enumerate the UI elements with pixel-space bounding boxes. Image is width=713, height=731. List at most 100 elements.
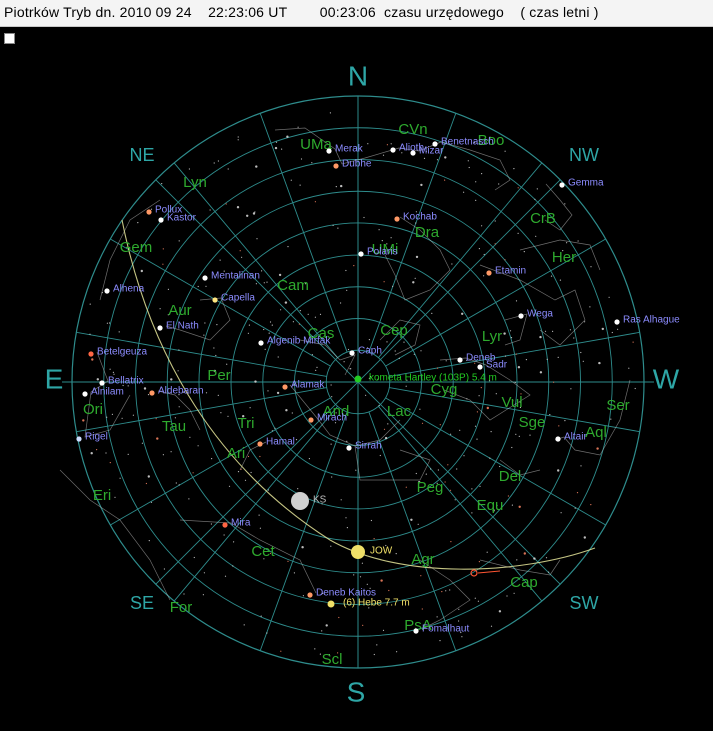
map-labels: NSE WNE NWSE SWUMaCVnBooLynGemCrBDraUMi HerC… <box>45 60 680 707</box>
constellation-cet: Cet <box>251 543 275 560</box>
svg-text:Alnilam: Alnilam <box>91 387 124 398</box>
svg-text:Sadr: Sadr <box>486 360 508 371</box>
star-ras-alhague[interactable]: Ras Alhague <box>614 315 680 326</box>
constellation-her: Her <box>552 249 576 266</box>
constellation-dra: Dra <box>415 224 440 241</box>
constellation-crb: CrB <box>530 210 556 227</box>
star-fomalhaut[interactable]: Fomalhaut <box>413 624 469 635</box>
constellation-agr: Agr <box>411 551 434 568</box>
star-el-nath[interactable]: El Nath <box>157 321 199 332</box>
constellation-per: Per <box>207 367 230 384</box>
svg-text:Caph: Caph <box>358 346 382 357</box>
star-merak[interactable]: Merak <box>326 144 364 155</box>
svg-text:Wega: Wega <box>527 309 553 320</box>
cardinal-sw: SW <box>570 593 599 613</box>
svg-text:Hamal: Hamal <box>266 437 295 448</box>
svg-text:Rigel: Rigel <box>85 432 108 443</box>
constellation-tri: Tri <box>238 415 255 432</box>
svg-text:JOW: JOW <box>370 546 393 557</box>
constellation-ser: Ser <box>606 397 629 414</box>
star-altair[interactable]: Altair <box>555 432 587 443</box>
svg-text:Polaris: Polaris <box>367 247 398 258</box>
constellation-aql: Aql <box>585 424 607 441</box>
svg-text:Algenib Mirfak: Algenib Mirfak <box>267 336 331 347</box>
svg-text:Kastor: Kastor <box>167 213 197 224</box>
star-sirrah[interactable]: Sirrah <box>346 441 382 452</box>
svg-text:Mira: Mira <box>231 518 251 529</box>
constellation-for: For <box>170 599 193 616</box>
body--6-hebe-7-7-m[interactable]: (6) Hebe 7.7 m <box>327 598 410 609</box>
cardinal-se: SE <box>130 593 154 613</box>
constellation-peg: Peg <box>417 479 444 496</box>
svg-text:Kochab: Kochab <box>403 212 437 223</box>
cardinal-s: S <box>347 676 366 707</box>
cardinal-e: E <box>45 363 64 394</box>
svg-text:Betelgeuza: Betelgeuza <box>97 347 147 358</box>
constellation-lac: Lac <box>387 403 412 420</box>
star-alamak[interactable]: Alamak <box>282 380 325 391</box>
constellation-scl: Scl <box>322 651 343 668</box>
svg-text:Capella: Capella <box>221 293 255 304</box>
cardinal-w: W <box>653 363 680 394</box>
sky-map[interactable]: NSE WNE NWSE SWUMaCVnBooLynGemCrBDraUMi HerC… <box>0 0 713 731</box>
svg-text:Benetnasch: Benetnasch <box>441 137 494 148</box>
svg-text:Aldebaran: Aldebaran <box>158 386 204 397</box>
constellation-tau: Tau <box>162 418 186 435</box>
constellation-lyn: Lyn <box>183 174 207 191</box>
constellation-aur: Aur <box>168 302 191 319</box>
star-betelgeuza[interactable]: Betelgeuza <box>88 347 147 358</box>
star-etamin[interactable]: Etamin <box>486 266 526 277</box>
background-stars <box>82 112 636 656</box>
svg-text:Mirach: Mirach <box>317 413 347 424</box>
cardinal-nw: NW <box>569 145 599 165</box>
svg-text:Gemma: Gemma <box>568 178 604 189</box>
star-algenib-mirfak[interactable]: Algenib Mirfak <box>258 336 331 347</box>
svg-text:Altair: Altair <box>564 432 587 443</box>
svg-text:Bellatrix: Bellatrix <box>108 376 144 387</box>
svg-text:Sirrah: Sirrah <box>355 441 382 452</box>
constellation-vul: Vul <box>501 394 522 411</box>
constellation-equ: Equ <box>477 497 504 514</box>
constellation-del: Del <box>499 468 522 485</box>
star-aldebaran[interactable]: Aldebaran <box>149 386 204 397</box>
star-rigel[interactable]: Rigel <box>76 432 108 443</box>
svg-text:Etamin: Etamin <box>495 266 526 277</box>
constellation-lyr: Lyr <box>482 328 502 345</box>
star-alhena[interactable]: Alhena <box>104 284 145 295</box>
constellation-eri: Eri <box>93 487 111 504</box>
cardinal-ne: NE <box>129 145 154 165</box>
star-wega[interactable]: Wega <box>518 309 553 320</box>
star-benetnasch[interactable]: Benetnasch <box>432 137 494 148</box>
svg-text:KS: KS <box>313 495 327 506</box>
constellation-sge: Sge <box>519 414 546 431</box>
star-gemma[interactable]: Gemma <box>559 178 604 189</box>
star-polaris[interactable]: Polaris <box>358 247 398 258</box>
svg-text:Dubhe: Dubhe <box>342 159 372 170</box>
constellation-ori: Ori <box>83 401 103 418</box>
star-alnilam[interactable]: Alnilam <box>82 387 124 398</box>
body-jow[interactable]: JOW <box>351 545 393 559</box>
svg-text:Alamak: Alamak <box>291 380 325 391</box>
cardinal-n: N <box>348 60 368 91</box>
constellation-cam: Cam <box>277 277 309 294</box>
svg-text:Mentalinan: Mentalinan <box>211 271 260 282</box>
body-ks[interactable]: KS <box>291 492 327 510</box>
star-hamal[interactable]: Hamal <box>257 437 295 448</box>
star-mira[interactable]: Mira <box>222 518 251 529</box>
constellation-gem: Gem <box>120 239 153 256</box>
svg-text:(6) Hebe 7.7 m: (6) Hebe 7.7 m <box>343 598 410 609</box>
constellation-ari: Ari <box>227 445 245 462</box>
constellation-cvn: CVn <box>398 121 427 138</box>
svg-text:Fomalhaut: Fomalhaut <box>422 624 469 635</box>
star-bellatrix[interactable]: Bellatrix <box>99 376 144 387</box>
constellation-cap: Cap <box>510 574 538 591</box>
svg-text:Alhena: Alhena <box>113 284 145 295</box>
body-kometa-hartley-103p-5-4-m[interactable]: kometa Hartley (103P) 5.4 m <box>354 373 497 384</box>
svg-text:Ras Alhague: Ras Alhague <box>623 315 680 326</box>
svg-text:El Nath: El Nath <box>166 321 199 332</box>
svg-text:kometa Hartley (103P) 5.4 m: kometa Hartley (103P) 5.4 m <box>369 373 497 384</box>
svg-text:Merak: Merak <box>335 144 364 155</box>
constellation-cep: Cep <box>380 322 408 339</box>
star-mentalinan[interactable]: Mentalinan <box>202 271 260 282</box>
constellation-lines <box>59 127 631 630</box>
